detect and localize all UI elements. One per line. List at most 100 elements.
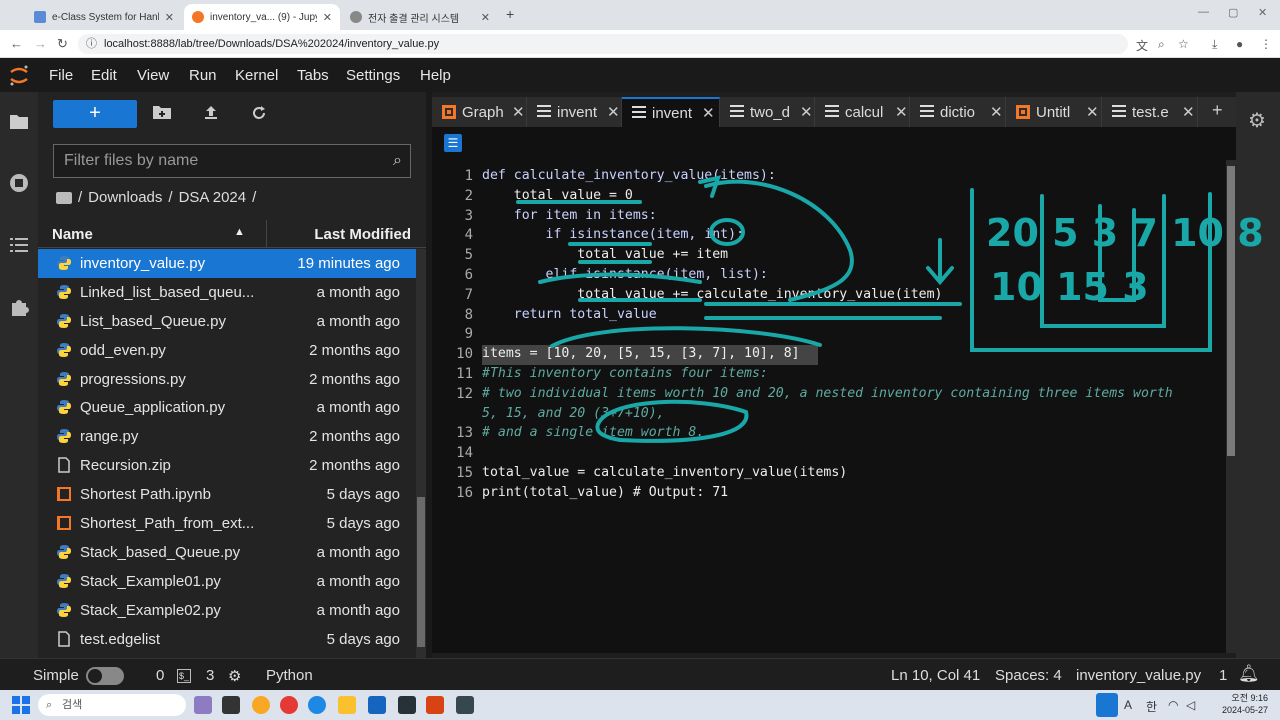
new-folder-icon[interactable] [152, 104, 172, 120]
editor-scrollbar[interactable] [1226, 160, 1236, 653]
simple-mode-toggle[interactable] [86, 667, 124, 685]
upload-icon[interactable] [202, 104, 220, 120]
extension-puzzle-icon[interactable] [8, 296, 30, 318]
close-icon[interactable]: ✕ [165, 11, 174, 24]
forward-arrow-icon[interactable]: → [34, 36, 47, 51]
filter-files-input[interactable]: Filter files by name ⌕ [53, 144, 411, 178]
file-list-item[interactable]: Shortest_Path_from_ext... 5 days ago [38, 509, 416, 538]
close-icon[interactable]: ✕ [512, 103, 525, 121]
menu-kernel[interactable]: Kernel [235, 67, 278, 84]
browser-tab-jupyter[interactable]: inventory_va... (9) - JupyterLab ✕ [184, 4, 340, 30]
profile-icon[interactable]: ● [1236, 37, 1243, 51]
home-folder-icon[interactable] [56, 191, 72, 204]
file-list-item[interactable]: Stack_Example01.py a month ago [38, 567, 416, 596]
powerpoint-icon[interactable] [426, 696, 444, 714]
settings-sliders-icon[interactable]: ☰ [444, 134, 462, 152]
editor-tab[interactable]: invent ✕ [527, 97, 622, 127]
close-icon[interactable]: ✕ [1086, 103, 1099, 121]
notification-count[interactable]: 1 [1219, 667, 1227, 684]
edge-icon[interactable] [308, 696, 326, 714]
terminal-count[interactable]: 0 [156, 667, 164, 684]
url-field[interactable]: ⓘ localhost:8888/lab/tree/Downloads/DSA%… [78, 34, 1128, 54]
store-icon[interactable] [368, 696, 386, 714]
close-icon[interactable]: ✕ [323, 11, 332, 24]
editor-tab[interactable]: invent ✕ [622, 97, 720, 127]
taskbar-search-box[interactable]: ⌕ 검색 [38, 694, 186, 716]
wifi-icon[interactable]: ◠ [1168, 698, 1178, 712]
file-list-scrollbar[interactable] [416, 249, 426, 658]
file-list-item[interactable]: List_based_Queue.py a month ago [38, 307, 416, 336]
chrome-icon[interactable] [280, 696, 298, 714]
editor-tab[interactable]: dictio ✕ [910, 97, 1006, 127]
site-info-icon[interactable]: ⓘ [86, 34, 97, 54]
download-icon[interactable]: ⤓ [1212, 37, 1217, 52]
windows-start-icon[interactable] [12, 696, 30, 714]
close-icon[interactable]: ✕ [990, 103, 1003, 121]
window-close-icon[interactable]: ✕ [1258, 6, 1267, 19]
editor-tab[interactable]: calcul ✕ [815, 97, 910, 127]
file-list-item[interactable]: Recursion.zip 2 months ago [38, 451, 416, 480]
close-icon[interactable]: ✕ [800, 103, 813, 121]
scrollbar-thumb[interactable] [1227, 166, 1235, 456]
property-inspector-gear-icon[interactable]: ⚙ [1248, 108, 1266, 133]
task-view-icon[interactable] [222, 696, 240, 714]
breadcrumb-downloads[interactable]: Downloads [88, 189, 162, 206]
breadcrumb-dsa-2024[interactable]: DSA 2024 [179, 189, 247, 206]
indent-setting[interactable]: Spaces: 4 [995, 667, 1062, 684]
file-list-item[interactable]: Shortest Path.ipynb 5 days ago [38, 480, 416, 509]
microphone-icon[interactable] [1096, 693, 1118, 717]
menu-file[interactable]: File [49, 67, 73, 84]
cursor-position[interactable]: Ln 10, Col 41 [891, 667, 980, 684]
file-list-item[interactable]: Stack_based_Queue.py a month ago [38, 538, 416, 567]
file-list-item[interactable]: inventory_value.py 19 minutes ago [38, 249, 416, 278]
file-list-item[interactable]: range.py 2 months ago [38, 422, 416, 451]
reload-icon[interactable]: ↻ [57, 36, 68, 52]
file-list-item[interactable]: odd_even.py 2 months ago [38, 336, 416, 365]
running-kernels-icon[interactable] [8, 172, 30, 194]
close-icon[interactable]: ✕ [1182, 103, 1195, 121]
app-icon[interactable] [252, 696, 270, 714]
browser-tab-attendance[interactable]: 전자 출결 관리 시스템 ✕ [342, 4, 498, 30]
kernel-name[interactable]: Python [266, 667, 313, 684]
sort-ascending-icon[interactable]: ▲ [234, 226, 245, 238]
editor-tab[interactable]: Untitl ✕ [1006, 97, 1102, 127]
name-column-header[interactable]: Name [52, 226, 93, 243]
maximize-icon[interactable]: ▢ [1228, 6, 1238, 19]
file-list-item[interactable]: Linked_list_based_queu... a month ago [38, 278, 416, 307]
terminal-app-icon[interactable] [456, 696, 474, 714]
menu-edit[interactable]: Edit [91, 67, 117, 84]
menu-tabs[interactable]: Tabs [297, 67, 329, 84]
close-icon[interactable]: ✕ [702, 104, 715, 122]
file-list-item[interactable]: progressions.py 2 months ago [38, 365, 416, 394]
new-launcher-tab-button[interactable]: + [1212, 100, 1223, 121]
close-icon[interactable]: ✕ [481, 11, 490, 24]
ime-mode[interactable]: A [1124, 698, 1132, 712]
close-icon[interactable]: ✕ [607, 103, 620, 121]
translate-icon[interactable]: 文 [1136, 37, 1148, 54]
close-icon[interactable]: ✕ [895, 103, 908, 121]
new-launcher-button[interactable]: + [53, 100, 137, 128]
table-of-contents-icon[interactable] [8, 234, 30, 256]
new-tab-button[interactable]: + [506, 6, 514, 22]
folder-icon[interactable] [8, 110, 30, 132]
kernel-gear-icon[interactable]: ⚙ [228, 667, 241, 685]
file-explorer-icon[interactable] [338, 696, 356, 714]
browser-tab-eclass[interactable]: e-Class System for Hankuk Uni ✕ [26, 4, 182, 30]
vscode-icon[interactable] [398, 696, 416, 714]
menu-run[interactable]: Run [189, 67, 217, 84]
browser-menu-icon[interactable]: ⋮ [1260, 37, 1272, 51]
file-list-item[interactable]: test.edgelist 5 days ago [38, 625, 416, 654]
scrollbar-thumb[interactable] [417, 497, 425, 647]
volume-icon[interactable]: ◁ [1186, 698, 1195, 712]
menu-help[interactable]: Help [420, 67, 451, 84]
file-list-item[interactable]: Queue_application.py a month ago [38, 393, 416, 422]
refresh-icon[interactable] [250, 104, 268, 122]
editor-tab[interactable]: test.e ✕ [1102, 97, 1198, 127]
code-editor[interactable]: 1 2 3 4 5 6 7 8 9 10 11 12 13 14 15 16 def calculate_in… [432, 160, 1226, 653]
menu-view[interactable]: View [137, 67, 169, 84]
last-modified-column-header[interactable]: Last Modified [314, 226, 411, 243]
editor-tab[interactable]: two_d ✕ [720, 97, 815, 127]
minimize-icon[interactable]: — [1198, 6, 1209, 18]
terminal-icon[interactable]: $_ [177, 667, 191, 684]
file-list-item[interactable]: Stack_Example02.py a month ago [38, 596, 416, 625]
